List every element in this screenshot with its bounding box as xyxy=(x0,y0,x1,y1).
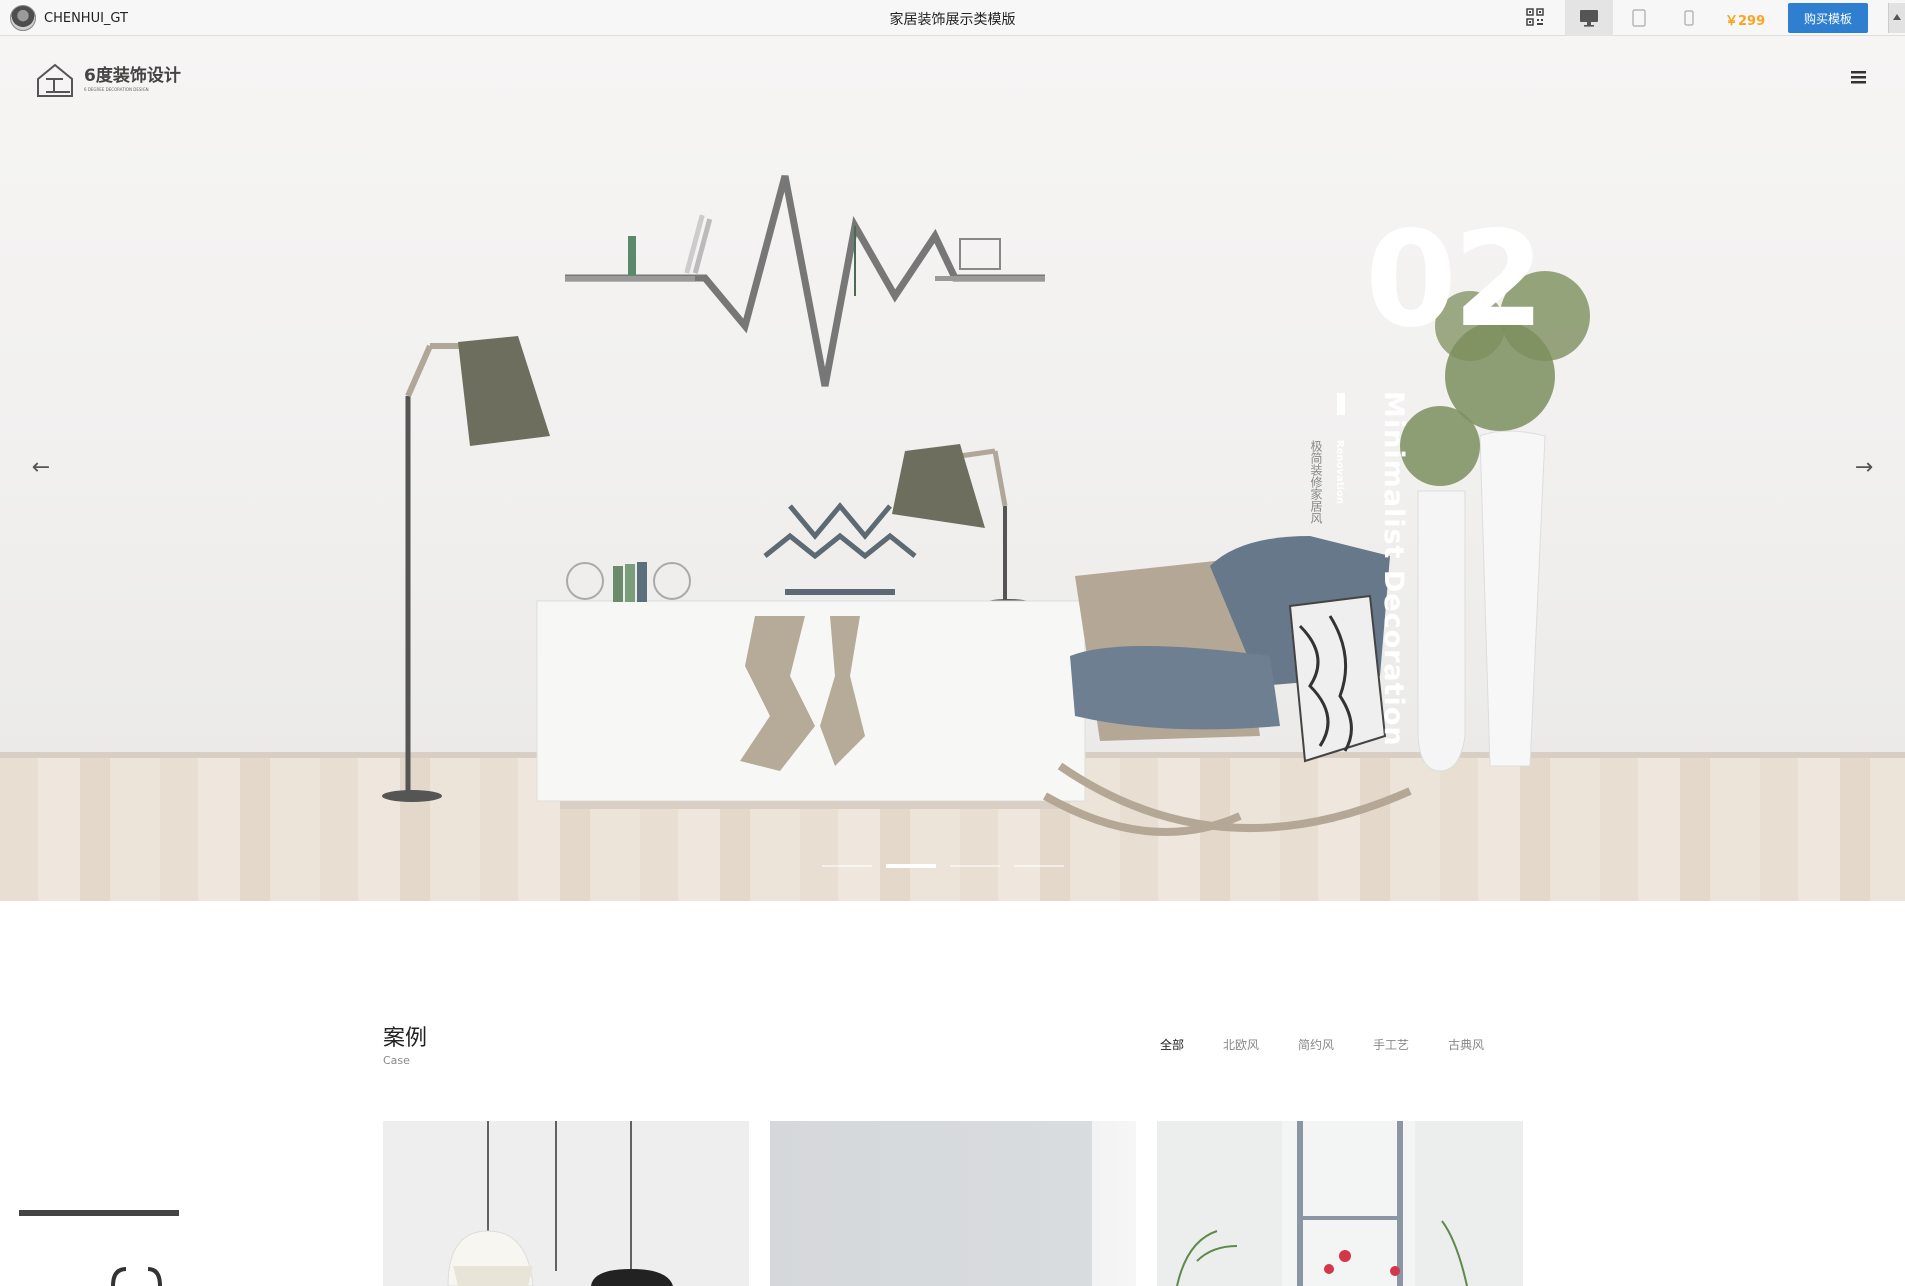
template-price: ￥299 xyxy=(1725,14,1766,29)
section-subtitle: Case xyxy=(383,1054,410,1067)
window-plants-image xyxy=(1157,1121,1523,1286)
slide-title: Minimalist Decoration xyxy=(1378,391,1409,747)
side-logo-fragment-icon xyxy=(111,1267,162,1286)
slider-dot[interactable] xyxy=(886,864,936,868)
logo-subtext: 6 DEGREE DECORATION DESIGN xyxy=(84,87,149,92)
site-logo[interactable]: 6度装饰设计 6 DEGREE DECORATION DESIGN xyxy=(36,60,186,100)
mobile-view-button[interactable] xyxy=(1665,0,1713,36)
case-card[interactable] xyxy=(1157,1121,1523,1286)
slider-pagination xyxy=(822,864,1064,868)
scroll-up-button[interactable] xyxy=(1888,3,1905,33)
desktop-icon xyxy=(1580,10,1598,27)
slide-divider xyxy=(1337,393,1345,415)
mobile-icon xyxy=(1684,10,1694,26)
next-slide-arrow-icon[interactable]: → xyxy=(1849,457,1879,479)
case-card[interactable] xyxy=(383,1121,749,1286)
slider-dot[interactable] xyxy=(822,865,872,867)
tablet-view-button[interactable] xyxy=(1615,0,1663,36)
hero-slider: 6度装饰设计 6 DEGREE DECORATION DESIGN ← → 02… xyxy=(0,36,1905,901)
case-filter-tabs: 全部 北欧风 简约风 手工艺 古典风 xyxy=(1160,1036,1484,1053)
slide-caption-cn: 极简装修家居风 xyxy=(1309,440,1323,524)
slide-number: 02 xyxy=(1365,203,1545,357)
logo-text: 6度装饰设计 xyxy=(84,66,181,86)
preview-toolbar: CHENHUI_GT 家居装饰展示类模版 ￥299 购买模板 xyxy=(0,0,1905,36)
filter-tab[interactable]: 北欧风 xyxy=(1223,1036,1259,1053)
case-card[interactable] xyxy=(770,1121,1136,1286)
desktop-view-button[interactable] xyxy=(1565,0,1613,36)
case-image xyxy=(770,1121,1136,1286)
case-section-header: 案例 Case xyxy=(383,1020,427,1067)
slider-dot[interactable] xyxy=(950,865,1000,867)
house-logo-icon xyxy=(37,63,73,97)
tablet-icon xyxy=(1632,9,1646,27)
side-accent-bar xyxy=(19,1210,179,1216)
qr-code-icon[interactable] xyxy=(1526,8,1544,26)
section-title: 案例 xyxy=(383,1026,428,1051)
chevron-up-icon xyxy=(1893,14,1901,20)
interior-scene-image xyxy=(382,175,1590,836)
buy-template-button[interactable]: 购买模板 xyxy=(1788,3,1868,33)
slider-dot[interactable] xyxy=(1014,865,1064,867)
slide-subtitle: Renovation xyxy=(1334,440,1345,504)
menu-icon[interactable] xyxy=(1848,68,1870,86)
filter-tab[interactable]: 古典风 xyxy=(1448,1036,1484,1053)
prev-slide-arrow-icon[interactable]: ← xyxy=(26,457,56,479)
filter-tab[interactable]: 简约风 xyxy=(1298,1036,1334,1053)
filter-tab[interactable]: 手工艺 xyxy=(1373,1036,1409,1053)
logo-text-wrap: 6度装饰设计 6 DEGREE DECORATION DESIGN xyxy=(84,66,181,93)
pendant-lamps-image xyxy=(383,1121,749,1286)
filter-tab[interactable]: 全部 xyxy=(1160,1036,1184,1053)
